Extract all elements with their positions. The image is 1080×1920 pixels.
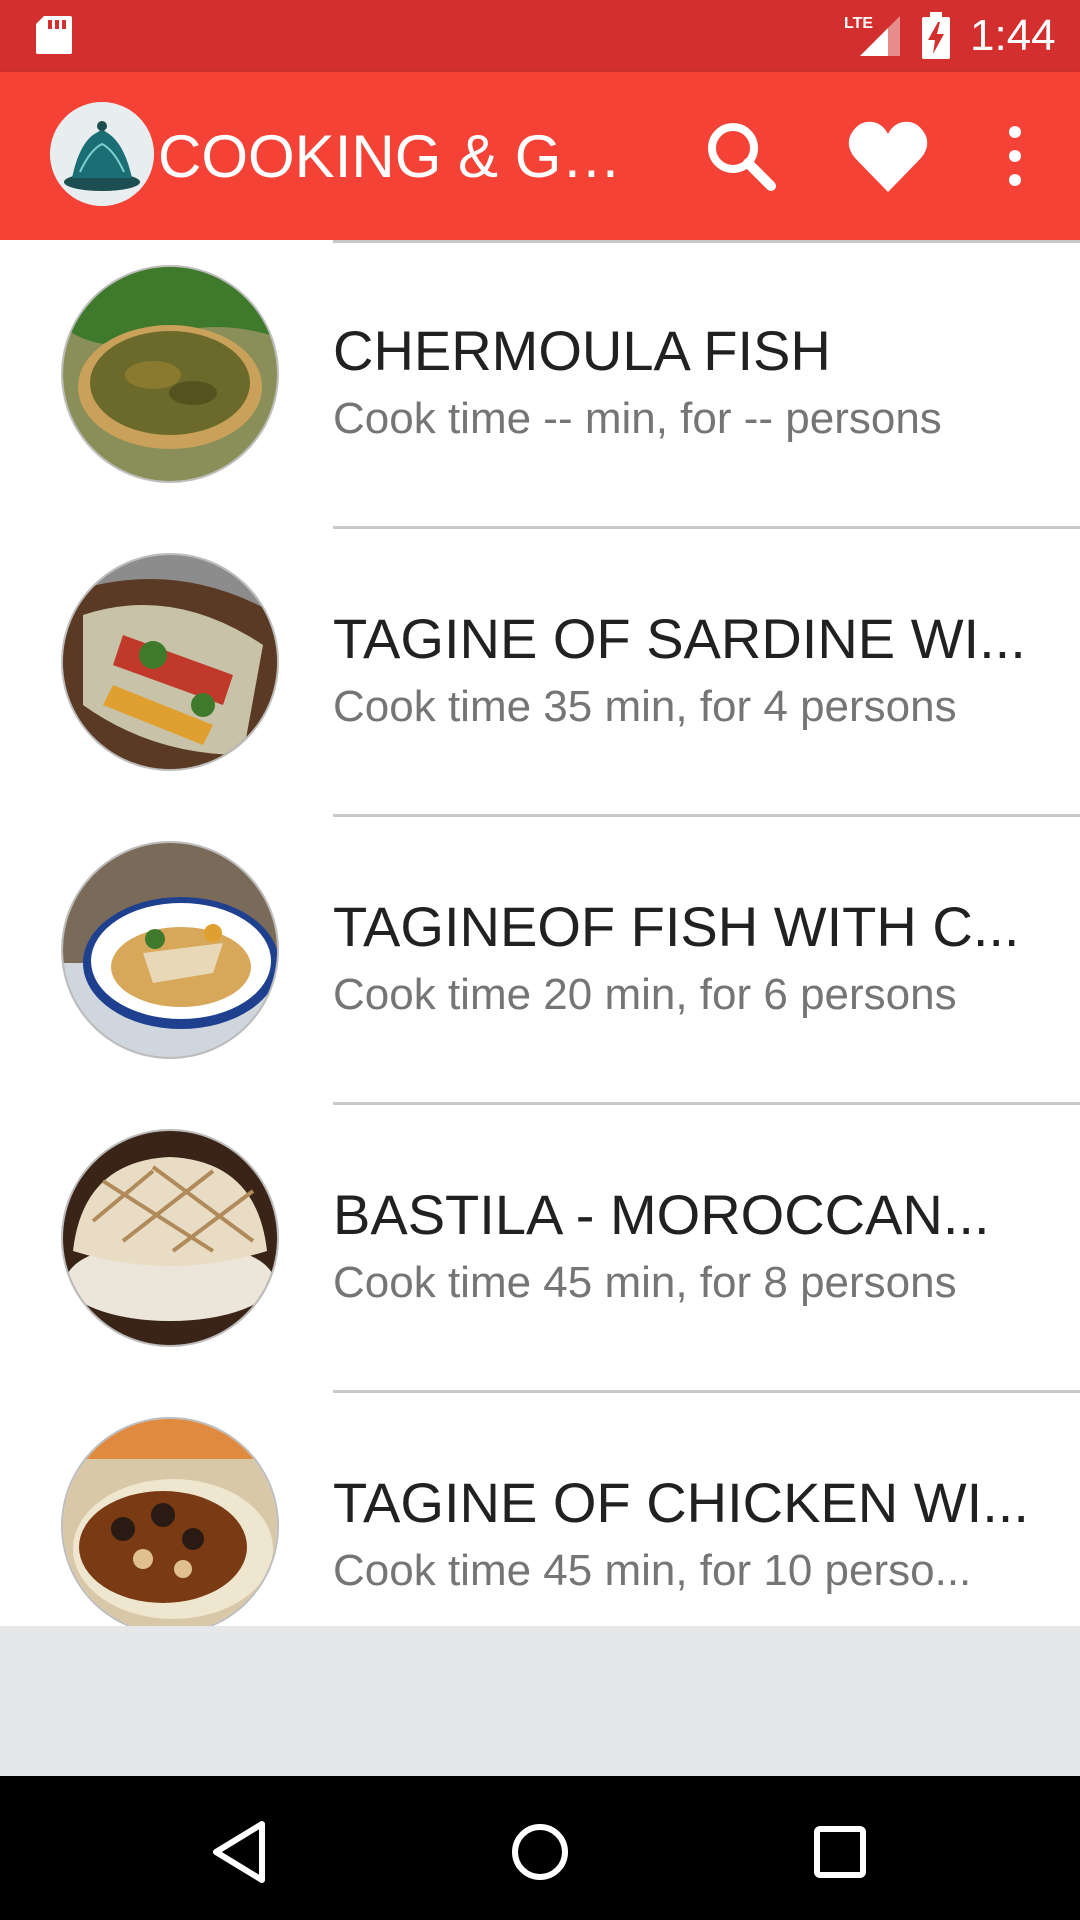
recipe-meta: Cook time -- min, for -- persons (333, 394, 942, 443)
recipe-item[interactable]: TAGINE OF SARDINE WI... Cook time 35 min… (0, 528, 1080, 817)
recipe-meta: Cook time 45 min, for 10 perso... (333, 1546, 972, 1595)
status-clock: 1:44 (970, 11, 1056, 60)
system-nav-bar (0, 1776, 1080, 1920)
recipe-name: BASTILA - MOROCCAN... (333, 1183, 990, 1246)
recipe-meta: Cook time 45 min, for 8 persons (333, 1258, 957, 1307)
recipe-thumbnail (63, 555, 277, 769)
recipe-name: TAGINEOF FISH WITH C... (333, 895, 1020, 958)
recipe-thumbnail (63, 1419, 277, 1626)
status-bar: LTE 1:44 (0, 0, 1080, 72)
recipe-name: TAGINE OF SARDINE WI... (333, 607, 1026, 670)
recipe-thumbnail (63, 843, 277, 1057)
recipe-meta: Cook time 20 min, for 6 persons (333, 970, 957, 1019)
app-title: COOKING & GAS... (158, 123, 658, 190)
recipe-name: TAGINE OF CHICKEN WI... (333, 1471, 1029, 1534)
tagine-logo-icon (50, 102, 154, 206)
empty-area (0, 1626, 1080, 1776)
recipe-meta: Cook time 35 min, for 4 persons (333, 682, 957, 731)
recipe-thumbnail (63, 267, 277, 481)
lte-signal-icon: LTE (844, 15, 900, 56)
recipe-thumbnail (63, 1131, 277, 1345)
recipe-item[interactable]: TAGINEOF FISH WITH C... Cook time 20 min… (0, 816, 1080, 1105)
heart-icon[interactable] (843, 112, 933, 202)
app-logo[interactable] (50, 102, 154, 206)
home-icon[interactable] (500, 1812, 580, 1892)
recipe-name: CHERMOULA FISH (333, 319, 831, 382)
recents-icon[interactable] (800, 1812, 880, 1892)
back-icon[interactable] (200, 1812, 280, 1892)
battery-charging-icon (922, 12, 950, 59)
recipe-item[interactable]: TAGINE OF CHICKEN WI... Cook time 45 min… (0, 1392, 1080, 1626)
sd-card-icon (36, 16, 72, 54)
search-icon[interactable] (697, 112, 787, 202)
recipe-item[interactable]: BASTILA - MOROCCAN... Cook time 45 min, … (0, 1104, 1080, 1393)
recipe-item[interactable]: CHERMOULA FISH Cook time -- min, for -- … (0, 240, 1080, 529)
app-bar: COOKING & GAS... (0, 72, 1080, 240)
recipe-list[interactable]: CHERMOULA FISH Cook time -- min, for -- … (0, 240, 1080, 1626)
svg-text:LTE: LTE (844, 15, 873, 32)
overflow-menu-icon[interactable] (970, 112, 1060, 202)
